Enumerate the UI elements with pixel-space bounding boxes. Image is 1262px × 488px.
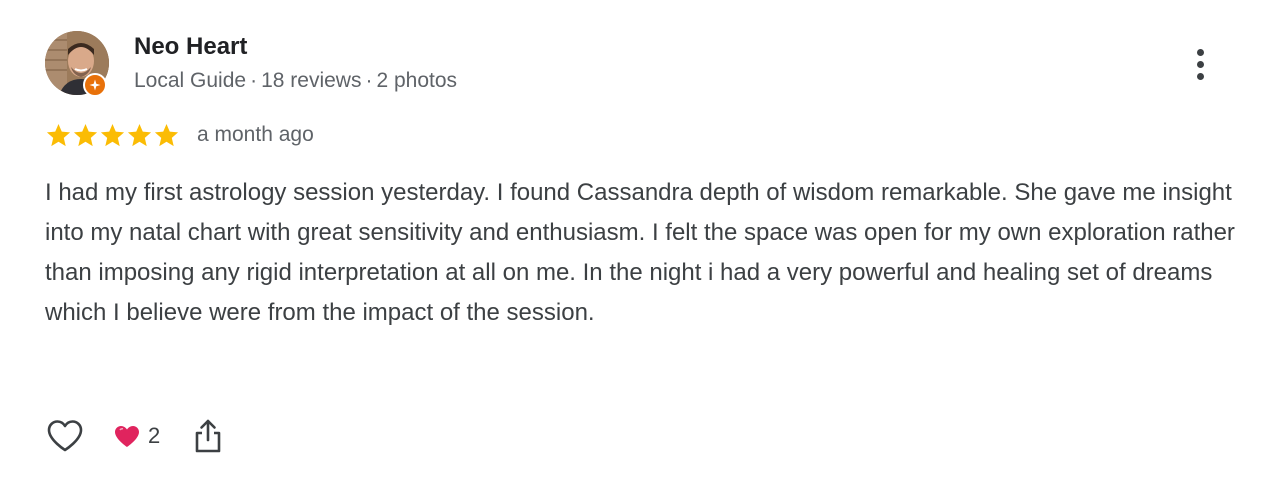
reviewer-name[interactable]: Neo Heart	[134, 33, 247, 61]
reviewer-meta: Local Guide · 18 reviews · 2 photos	[134, 68, 457, 94]
review-text: I had my first astrology session yesterd…	[45, 179, 1235, 326]
local-guide-badge-icon	[83, 73, 107, 97]
star-icon	[73, 123, 98, 146]
reaction-count: 2	[148, 423, 161, 448]
review-count: 18 reviews	[261, 69, 362, 92]
reaction-summary[interactable]: 2	[114, 423, 160, 449]
review-actions: 2	[45, 414, 226, 458]
local-guide-label: Local Guide	[134, 69, 247, 92]
red-heart-icon	[115, 425, 139, 447]
heart-outline-icon	[47, 420, 83, 452]
share-icon	[195, 419, 221, 453]
meta-separator: ·	[365, 69, 373, 92]
more-vertical-icon-dot	[1196, 72, 1204, 80]
star-icon	[100, 123, 125, 146]
share-button[interactable]	[190, 416, 226, 456]
star-icon	[154, 123, 179, 146]
like-button[interactable]	[45, 416, 85, 456]
more-vertical-icon-dot	[1196, 60, 1204, 68]
photo-count: 2 photos	[376, 69, 458, 92]
star-icon	[46, 123, 71, 146]
more-options-button[interactable]	[1184, 44, 1216, 84]
star-rating	[45, 121, 180, 149]
more-vertical-icon	[1196, 48, 1204, 56]
review-time: a month ago	[197, 123, 314, 146]
meta-separator: ·	[250, 69, 258, 92]
star-icon	[127, 123, 152, 146]
